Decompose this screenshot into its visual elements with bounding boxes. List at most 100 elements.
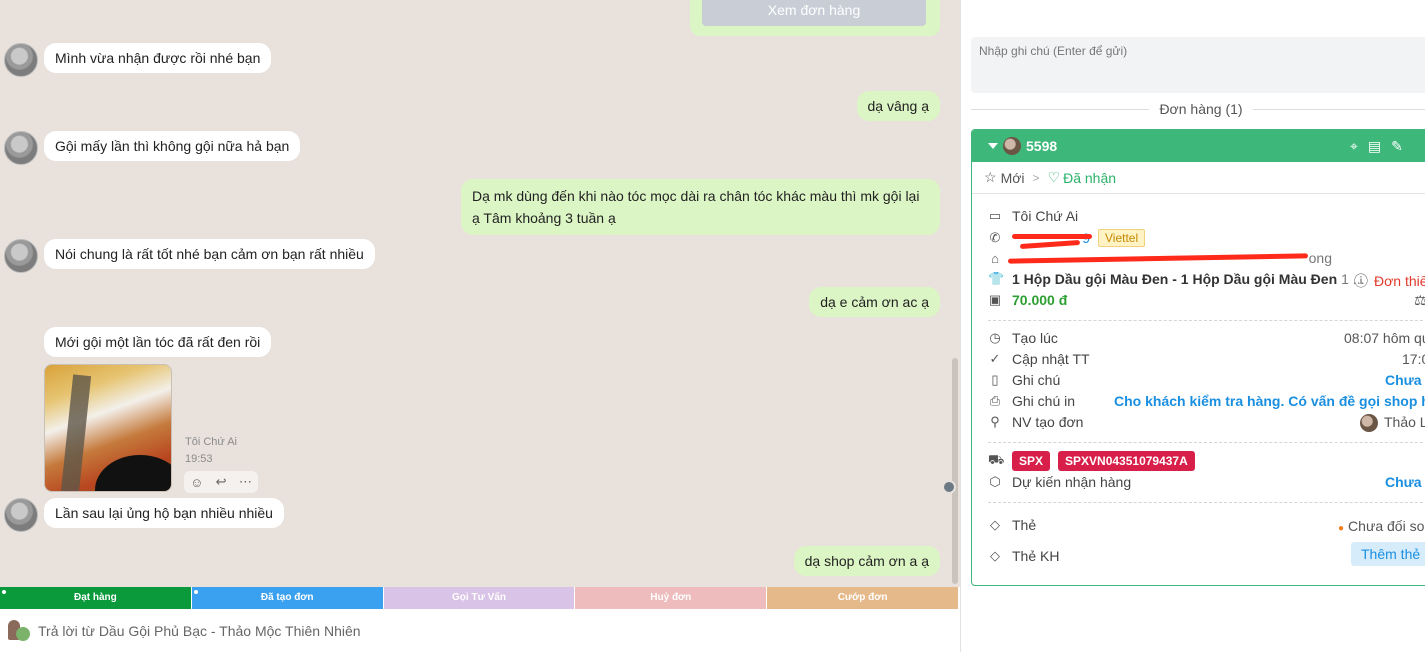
- status-received[interactable]: Đã nhận: [1063, 170, 1116, 186]
- add-tag-label: Thêm thẻ: [1351, 542, 1425, 566]
- status-new[interactable]: Mới: [1001, 170, 1025, 186]
- tracking-chip[interactable]: SPXVN04351079437A: [1058, 451, 1195, 471]
- tag-value-text: Chưa đối so: [1348, 518, 1425, 534]
- box-icon: ⬡: [989, 474, 1001, 489]
- chevron-down-icon[interactable]: [988, 143, 998, 149]
- avatar[interactable]: [4, 498, 38, 532]
- price-row: ▣ 70.000 đ: [988, 292, 1067, 308]
- shipping-row: ⛟ SPX SPXVN04351079437A: [988, 451, 1203, 471]
- invoice-icon[interactable]: ▤: [1368, 138, 1381, 155]
- message-outgoing[interactable]: dạ e cảm ơn ac ạ: [809, 287, 940, 317]
- staff-value: Thảo L: [1360, 414, 1425, 433]
- product-alert-text: Đơn thiế: [1374, 273, 1425, 289]
- order-card-partial: Xem đơn hàng: [690, 0, 940, 36]
- avatar[interactable]: [4, 131, 38, 165]
- status-separator: >: [1032, 170, 1040, 185]
- weight: ⚖0: [1414, 292, 1425, 309]
- note-row: ▯ Ghi chú: [988, 372, 1060, 388]
- tag-goi-tu-van[interactable]: Gọi Tư Vấn: [383, 587, 575, 609]
- page-avatar: [6, 619, 30, 643]
- customer-tag-row: ◇ Thẻ KH: [988, 548, 1059, 564]
- heart-icon: ♡: [1047, 169, 1061, 185]
- note-input[interactable]: Nhập ghi chú (Enter để gửi): [971, 37, 1425, 93]
- order-price: 70.000 đ: [1012, 292, 1068, 308]
- tag-label: Gọi Tư Vấn: [452, 592, 506, 603]
- message-incoming[interactable]: Nói chung là rất tốt nhé bạn cảm ơn bạn …: [44, 239, 375, 269]
- scroll-bottom-icon[interactable]: [942, 480, 956, 494]
- customer-avatar: [1003, 137, 1021, 155]
- reply-composer[interactable]: Trả lời từ Dầu Gội Phủ Bạc - Thảo Mộc Th…: [0, 609, 960, 652]
- updated-row: ✓ Cập nhật TT: [988, 351, 1090, 367]
- reply-icon[interactable]: ↩: [216, 474, 227, 490]
- order-panel: Nhập ghi chú (Enter để gửi) Đơn hàng (1)…: [961, 0, 1425, 652]
- file-icon: ▯: [991, 372, 999, 387]
- redaction-mark: [1012, 234, 1092, 239]
- tag-da-tao-don[interactable]: Đã tạo đơn: [191, 587, 383, 609]
- staff-name: Thảo L: [1384, 414, 1425, 430]
- photo-tree: [60, 374, 92, 491]
- photo-head: [95, 455, 171, 491]
- updated-value: 17:0: [1402, 351, 1425, 367]
- tag-value[interactable]: ● Chưa đối so: [1338, 518, 1424, 534]
- orders-divider: Đơn hàng (1): [971, 100, 1425, 118]
- status-dot: ●: [1338, 523, 1345, 534]
- avatar[interactable]: [4, 43, 38, 77]
- emoji-icon[interactable]: ☺: [190, 475, 203, 490]
- tag-dat-hang[interactable]: Đạt hàng: [0, 587, 191, 609]
- message-incoming[interactable]: Gội mấy lần thì không gội nữa hả bạn: [44, 131, 301, 161]
- print-note-label: Ghi chú in: [1012, 393, 1076, 409]
- chat-scrollbar[interactable]: [952, 358, 958, 584]
- carrier-badge: Viettel: [1098, 229, 1146, 247]
- tag-huy-don[interactable]: Huỷ đơn: [575, 587, 767, 609]
- shirt-icon: 👕: [988, 271, 1005, 286]
- carrier-chip[interactable]: SPX: [1012, 451, 1051, 471]
- order-id: 5598: [1026, 138, 1058, 154]
- message-outgoing[interactable]: dạ vâng ạ: [856, 91, 940, 121]
- printer-icon: ⎙: [989, 393, 1001, 408]
- tag-active-dot: [193, 590, 198, 594]
- location-icon[interactable]: ⌖: [1350, 138, 1358, 155]
- star-icon[interactable]: ☆: [984, 169, 997, 186]
- print-note-value[interactable]: Cho khách kiểm tra hàng. Có vấn đề gọi s…: [1114, 393, 1425, 409]
- created-row: ◷ Tạo lúc: [988, 330, 1058, 346]
- eta-value[interactable]: Chưa c: [1385, 474, 1425, 490]
- user-icon: ⚲: [990, 414, 1000, 429]
- tag-cuop-don[interactable]: Cướp đơn: [767, 587, 958, 609]
- message-photo[interactable]: [44, 364, 172, 492]
- staff-label: NV tạo đơn: [1012, 414, 1084, 430]
- tag-label: Thẻ: [1012, 517, 1037, 533]
- message-outgoing[interactable]: dạ shop cảm ơn a ạ: [793, 546, 940, 576]
- truck-icon: ⛟: [988, 452, 1005, 467]
- quick-tag-bar: Đạt hàng Đã tạo đơn Gọi Tư Vấn Huỷ đơn C…: [0, 587, 958, 609]
- customer-name-row: ▭ Tôi Chứ Ai: [988, 208, 1078, 224]
- app-root: Xem đơn hàng Mình vừa nhận được rồi nhé …: [0, 0, 1425, 652]
- order-header[interactable]: 5598 ⌖ ▤ ✎: [972, 130, 1425, 162]
- tag-label: Đạt hàng: [74, 592, 117, 603]
- chat-thread[interactable]: Xem đơn hàng Mình vừa nhận được rồi nhé …: [0, 0, 960, 587]
- tag-label: Cướp đơn: [837, 592, 888, 603]
- message-incoming[interactable]: Mình vừa nhận được rồi nhé bạn: [44, 43, 272, 73]
- tag-active-dot: [2, 590, 6, 594]
- eta-label: Dự kiến nhận hàng: [1012, 474, 1132, 490]
- message-incoming[interactable]: Mới gội một lần tóc đã rất đen rồi: [44, 327, 272, 357]
- message-incoming[interactable]: Lần sau lại ủng hộ bạn nhiều nhiều: [44, 498, 284, 528]
- scale-icon: ⚖: [1414, 292, 1425, 308]
- photo-meta: Tôi Chứ Ai 19:53: [185, 434, 237, 468]
- home-icon: ⌂: [991, 250, 999, 266]
- orders-title: Đơn hàng (1): [1159, 101, 1243, 117]
- price-icon: ▣: [988, 292, 1002, 307]
- view-order-button[interactable]: Xem đơn hàng: [702, 0, 926, 26]
- message-outgoing[interactable]: Dạ mk dùng đến khi nào tóc mọc dài ra ch…: [461, 179, 940, 235]
- message-actions: ☺ ↩ ⋯: [184, 471, 258, 493]
- more-icon[interactable]: ⋯: [239, 474, 252, 490]
- photo-time: 19:53: [185, 453, 213, 465]
- add-tag-button[interactable]: Thêm thẻ: [1351, 542, 1425, 566]
- edit-icon[interactable]: ✎: [1391, 138, 1403, 155]
- customer-name: Tôi Chứ Ai: [1012, 208, 1079, 224]
- note-value[interactable]: Chưa c: [1385, 372, 1425, 388]
- product-row: 👕 1 Hộp Dầu gội Màu Đen - 1 Hộp Dầu gội …: [988, 271, 1364, 287]
- id-card-icon: ▭: [988, 208, 1002, 223]
- staff-avatar: [1360, 414, 1378, 433]
- avatar[interactable]: [4, 239, 38, 273]
- reply-placeholder[interactable]: Trả lời từ Dầu Gội Phủ Bạc - Thảo Mộc Th…: [38, 623, 361, 639]
